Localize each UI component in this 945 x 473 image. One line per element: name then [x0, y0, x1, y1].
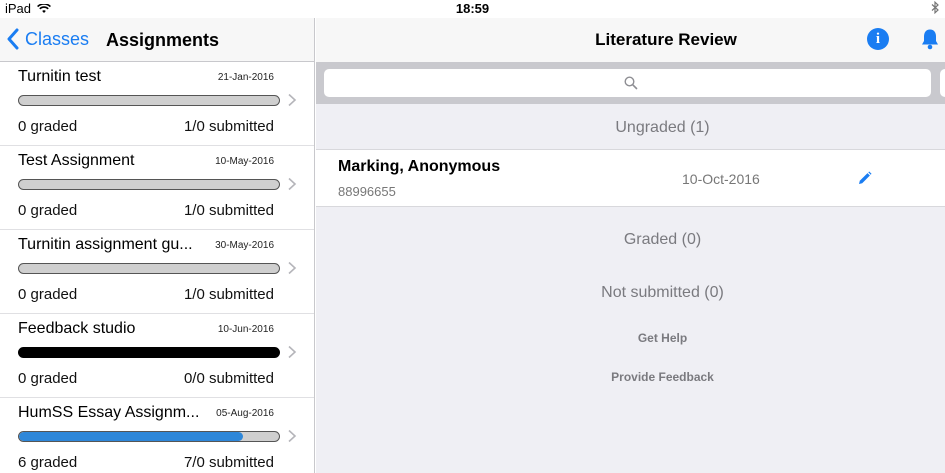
detail-title: Literature Review: [595, 30, 737, 49]
assignment-row[interactable]: Test Assignment 10-May-2016 0 graded 1/0 su…: [0, 146, 314, 230]
submitted-count: 7/0 submitted: [183, 454, 274, 471]
submission-progress-bar: [18, 95, 280, 106]
submission-student-name: Marking, Anonymous: [338, 158, 501, 175]
get-help-link[interactable]: Get Help: [316, 331, 945, 345]
pencil-icon[interactable]: [857, 171, 872, 186]
search-bar: [316, 62, 945, 104]
page-title: Assignments: [106, 30, 220, 50]
info-icon[interactable]: i: [867, 28, 889, 50]
submitted-count: 1/0 submitted: [183, 118, 274, 135]
graded-count: 0 graded: [18, 370, 78, 387]
graded-count: 0 graded: [18, 286, 78, 303]
submitted-count: 1/0 submitted: [183, 286, 274, 303]
chevron-right-icon: [288, 177, 297, 191]
submitted-count: 0/0 submitted: [183, 370, 274, 387]
submission-row[interactable]: Marking, Anonymous 88996655 10-Oct-2016: [316, 149, 945, 207]
assignment-row[interactable]: HumSS Essay Assignm... 05-Aug-2016 6 grade…: [0, 398, 314, 473]
submission-date: 10-Oct-2016: [682, 171, 760, 187]
assignment-row[interactable]: Feedback studio 10-Jun-2016 0 graded 0/0 su…: [0, 314, 314, 398]
provide-feedback-link[interactable]: Provide Feedback: [316, 370, 945, 384]
assignment-list: Turnitin test 21-Jan-2016 0 graded 1/0 subm…: [0, 62, 314, 473]
assignment-date: 05-Aug-2016: [216, 408, 274, 419]
graded-count: 0 graded: [18, 118, 78, 135]
progress-fill: [19, 348, 279, 357]
submission-id: 88996655: [338, 184, 396, 199]
bluetooth-icon: [931, 0, 939, 15]
back-button[interactable]: Classes: [6, 28, 89, 50]
progress-fill: [19, 432, 243, 441]
search-icon: [624, 76, 638, 90]
not-submitted-section-header: Not submitted (0): [601, 284, 724, 301]
chevron-right-icon: [288, 93, 297, 107]
status-time: 18:59: [455, 1, 490, 16]
chevron-right-icon: [288, 429, 297, 443]
submission-progress-bar: [18, 431, 280, 442]
submission-progress-bar: [18, 179, 280, 190]
bell-icon[interactable]: [920, 28, 940, 50]
submission-progress-bar: [18, 263, 280, 274]
graded-count: 6 graded: [18, 454, 78, 471]
detail-nav-bar: Literature Review i: [316, 18, 945, 62]
submission-progress-bar: [18, 347, 280, 358]
graded-count: 0 graded: [18, 202, 78, 219]
graded-section-header: Graded (0): [623, 231, 702, 248]
assignments-pane: Classes Assignments Turnitin test 21-Jan-…: [0, 18, 315, 473]
assignment-name: Turnitin test: [18, 68, 101, 85]
assignment-row[interactable]: Turnitin test 21-Jan-2016 0 graded 1/0 subm…: [0, 62, 314, 146]
assignment-name: Feedback studio: [18, 320, 136, 337]
assignment-date: 30-May-2016: [215, 240, 274, 251]
status-bar: iPad 18:59: [0, 0, 945, 18]
detail-pane: Literature Review i Ungraded (1) Marking…: [316, 18, 945, 473]
back-label: Classes: [25, 28, 90, 49]
assignment-date: 10-Jun-2016: [217, 324, 274, 335]
ungraded-section-header: Ungraded (1): [615, 119, 710, 136]
submitted-count: 1/0 submitted: [183, 202, 274, 219]
chevron-right-icon: [288, 345, 297, 359]
assignment-name: HumSS Essay Assignm...: [18, 404, 200, 421]
assignment-date: 10-May-2016: [215, 156, 274, 167]
assignment-date: 21-Jan-2016: [217, 72, 274, 83]
search-field[interactable]: [324, 69, 931, 97]
assignment-name: Turnitin assignment gu...: [18, 236, 193, 253]
assignments-nav-bar: Classes Assignments: [0, 18, 314, 62]
secondary-search-field[interactable]: [940, 69, 945, 97]
assignment-row[interactable]: Turnitin assignment gu... 30-May-2016 0 gr…: [0, 230, 314, 314]
chevron-right-icon: [288, 261, 297, 275]
chevron-left-icon: [7, 28, 19, 50]
assignment-name: Test Assignment: [18, 152, 135, 169]
